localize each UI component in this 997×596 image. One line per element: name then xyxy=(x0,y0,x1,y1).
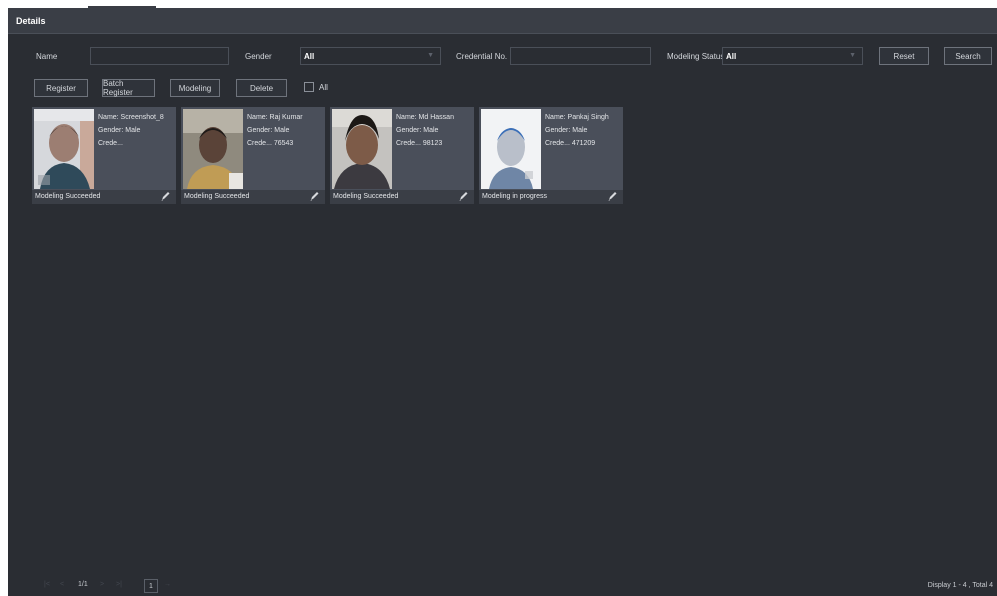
person-name: Name: Md Hassan xyxy=(396,114,454,121)
pagination: |< < 1/1 > >| 1 → Display 1 - 4 , Total … xyxy=(8,578,997,596)
page-number-input[interactable]: 1 xyxy=(144,579,158,593)
person-gender: Gender: Male xyxy=(247,127,290,134)
person-credential: Crede... xyxy=(98,140,123,147)
delete-button[interactable]: Delete xyxy=(236,79,287,97)
modeling-status-text: Modeling Succeeded xyxy=(333,193,399,200)
person-card[interactable]: Name: Raj Kumar Gender: Male Crede... 76… xyxy=(181,107,325,204)
select-all-checkbox[interactable] xyxy=(304,82,314,92)
credential-input[interactable] xyxy=(510,47,651,65)
title-bar: Details xyxy=(8,8,997,34)
modeling-status-select[interactable]: All ▼ xyxy=(722,47,863,65)
modeling-status-bar: Modeling Succeeded xyxy=(181,190,325,204)
person-gender: Gender: Male xyxy=(396,127,439,134)
details-panel: Details Name Gender All ▼ Credential No.… xyxy=(8,8,997,596)
gender-select[interactable]: All ▼ xyxy=(300,47,441,65)
person-credential: Crede... 76543 xyxy=(247,140,294,147)
person-info: Name: Pankaj Singh Gender: Male Crede...… xyxy=(545,111,621,150)
person-name: Name: Pankaj Singh xyxy=(545,114,609,121)
person-credential: Crede... 98123 xyxy=(396,140,443,147)
select-all-label: All xyxy=(319,83,328,92)
pencil-icon[interactable] xyxy=(607,191,617,202)
register-button[interactable]: Register xyxy=(34,79,88,97)
modeling-status-text: Modeling Succeeded xyxy=(35,193,101,200)
modeling-status-bar: Modeling Succeeded xyxy=(330,190,474,204)
search-button[interactable]: Search xyxy=(944,47,992,65)
person-info: Name: Raj Kumar Gender: Male Crede... 76… xyxy=(247,111,323,150)
first-page-button[interactable]: |< xyxy=(44,581,50,588)
modeling-status-text: Modeling Succeeded xyxy=(184,193,250,200)
modeling-button[interactable]: Modeling xyxy=(170,79,220,97)
top-strip xyxy=(0,0,997,8)
gender-label: Gender xyxy=(245,52,272,61)
person-photo xyxy=(183,109,243,189)
person-photo xyxy=(481,109,541,189)
modeling-status-label: Modeling Status xyxy=(667,52,725,61)
batch-register-button[interactable]: Batch Register xyxy=(102,79,155,97)
modeling-status-select-value: All xyxy=(726,52,737,61)
person-gender: Gender: Male xyxy=(545,127,588,134)
next-page-button[interactable]: > xyxy=(100,581,104,588)
chevron-down-icon: ▼ xyxy=(427,52,434,59)
name-label: Name xyxy=(36,52,58,61)
person-gender: Gender: Male xyxy=(98,127,141,134)
modeling-status-bar: Modeling in progress xyxy=(479,190,623,204)
go-page-button[interactable]: → xyxy=(164,581,171,588)
modeling-status-bar: Modeling Succeeded xyxy=(32,190,176,204)
person-credential: Crede... 471209 xyxy=(545,140,596,147)
person-card[interactable]: Name: Pankaj Singh Gender: Male Crede...… xyxy=(479,107,623,204)
person-card[interactable]: Name: Md Hassan Gender: Male Crede... 98… xyxy=(330,107,474,204)
pencil-icon[interactable] xyxy=(160,191,170,202)
page-info: 1/1 xyxy=(78,581,88,588)
gender-select-value: All xyxy=(304,52,315,61)
person-info: Name: Screenshot_8 Gender: Male Crede... xyxy=(98,111,174,150)
page-title: Details xyxy=(16,16,46,26)
pencil-icon[interactable] xyxy=(458,191,468,202)
person-photo xyxy=(34,109,94,189)
chevron-down-icon: ▼ xyxy=(849,52,856,59)
person-name: Name: Raj Kumar xyxy=(247,114,303,121)
person-photo xyxy=(332,109,392,189)
credential-label: Credential No. xyxy=(456,52,508,61)
display-total: Display 1 - 4 , Total 4 xyxy=(927,582,993,589)
prev-page-button[interactable]: < xyxy=(60,581,64,588)
last-page-button[interactable]: >| xyxy=(116,581,122,588)
pencil-icon[interactable] xyxy=(309,191,319,202)
person-card[interactable]: Name: Screenshot_8 Gender: Male Crede...… xyxy=(32,107,176,204)
person-name: Name: Screenshot_8 xyxy=(98,114,164,121)
name-input[interactable] xyxy=(90,47,229,65)
modeling-status-text: Modeling in progress xyxy=(482,193,547,200)
reset-button[interactable]: Reset xyxy=(879,47,929,65)
person-info: Name: Md Hassan Gender: Male Crede... 98… xyxy=(396,111,472,150)
